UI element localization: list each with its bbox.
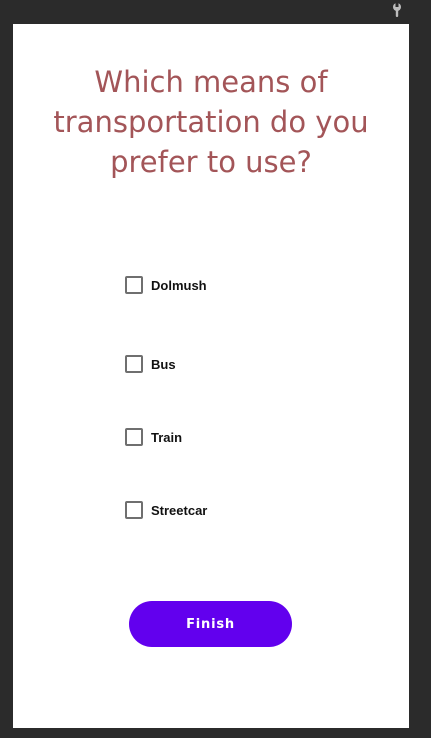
option-label: Streetcar xyxy=(151,502,208,518)
streetcar-checkbox[interactable] xyxy=(125,501,143,519)
option-streetcar[interactable]: Streetcar xyxy=(125,498,207,522)
question-title: Which means of transportation do you pre… xyxy=(53,65,369,179)
option-label: Train xyxy=(151,429,183,445)
option-label: Dolmush xyxy=(151,277,207,293)
finish-button[interactable]: Finish xyxy=(129,601,292,647)
train-checkbox[interactable] xyxy=(125,428,143,446)
option-label: Bus xyxy=(151,356,176,372)
option-bus[interactable]: Bus xyxy=(125,352,176,376)
option-dolmush[interactable]: Dolmush xyxy=(125,273,207,297)
bus-checkbox[interactable] xyxy=(125,355,143,373)
app-screen: Which means of transportation do you pre… xyxy=(13,24,409,728)
dolmush-checkbox[interactable] xyxy=(125,276,143,294)
wrench-icon xyxy=(393,3,401,17)
device-frame: Which means of transportation do you pre… xyxy=(0,0,431,738)
option-train[interactable]: Train xyxy=(125,425,182,449)
